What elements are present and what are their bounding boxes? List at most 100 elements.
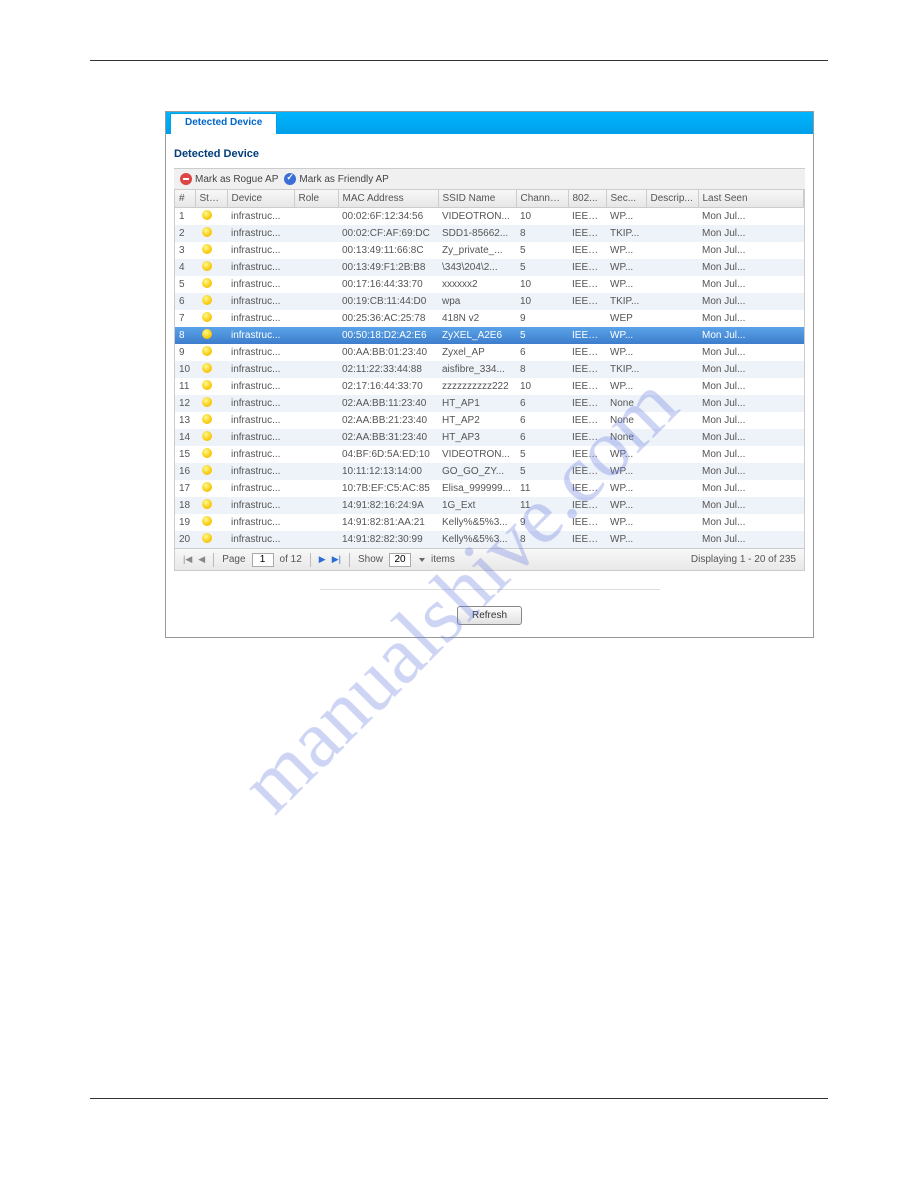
table-row[interactable]: 8infrastruc...00:50:18:D2:A2:E6ZyXEL_A2E…	[175, 327, 804, 344]
cell: IEEE...	[568, 446, 606, 463]
cell: WP...	[606, 276, 646, 293]
cell	[646, 497, 698, 514]
bulb-icon	[202, 448, 212, 458]
cell: WEP	[606, 310, 646, 327]
table-row[interactable]: 12infrastruc...02:AA:BB:11:23:40HT_AP16I…	[175, 395, 804, 412]
page-last-button[interactable]: ▶|	[332, 554, 341, 565]
cell: 14:91:82:16:24:9A	[338, 497, 438, 514]
col-mac[interactable]: MAC Address	[338, 190, 438, 208]
cell	[646, 327, 698, 344]
refresh-button[interactable]: Refresh	[457, 606, 522, 625]
table-row[interactable]: 2infrastruc...00:02:CF:AF:69:DCSDD1-8566…	[175, 225, 804, 242]
cell	[195, 327, 227, 344]
table-row[interactable]: 10infrastruc...02:11:22:33:44:88aisfibre…	[175, 361, 804, 378]
cell	[195, 276, 227, 293]
cell: 418N v2	[438, 310, 516, 327]
cell: 8	[516, 225, 568, 242]
page-input[interactable]	[252, 553, 274, 567]
cell: 02:17:16:44:33:70	[338, 378, 438, 395]
cell: infrastruc...	[227, 514, 294, 531]
table-row[interactable]: 19infrastruc...14:91:82:81:AA:21Kelly%&5…	[175, 514, 804, 531]
col-last-seen[interactable]: Last Seen	[698, 190, 804, 208]
cell	[195, 497, 227, 514]
col-channel[interactable]: Channe...	[516, 190, 568, 208]
bulb-icon	[202, 278, 212, 288]
minus-icon	[180, 173, 192, 185]
cell: 1	[175, 208, 195, 226]
cell: 11	[175, 378, 195, 395]
cell: IEEE...	[568, 395, 606, 412]
chevron-down-icon[interactable]	[419, 558, 425, 562]
table-row[interactable]: 20infrastruc...14:91:82:82:30:99Kelly%&5…	[175, 531, 804, 548]
cell: 5	[516, 446, 568, 463]
cell	[195, 259, 227, 276]
table-row[interactable]: 6infrastruc...00:19:CB:11:44:D0wpa10IEEE…	[175, 293, 804, 310]
cell: Mon Jul...	[698, 310, 804, 327]
bulb-icon	[202, 482, 212, 492]
col-index[interactable]: #	[175, 190, 195, 208]
cell: 00:17:16:44:33:70	[338, 276, 438, 293]
cell: 4	[175, 259, 195, 276]
cell	[294, 327, 338, 344]
cell: 00:AA:BB:01:23:40	[338, 344, 438, 361]
page-size-input[interactable]	[389, 553, 411, 567]
cell: infrastruc...	[227, 327, 294, 344]
cell: 00:50:18:D2:A2:E6	[338, 327, 438, 344]
grid-toolbar: Mark as Rogue AP Mark as Friendly AP	[174, 168, 805, 190]
mark-rogue-label: Mark as Rogue AP	[195, 174, 278, 185]
table-row[interactable]: 11infrastruc...02:17:16:44:33:70zzzzzzzz…	[175, 378, 804, 395]
cell: 3	[175, 242, 195, 259]
table-row[interactable]: 4infrastruc...00:13:49:F1:2B:B8\343\204\…	[175, 259, 804, 276]
cell: wpa	[438, 293, 516, 310]
col-ssid[interactable]: SSID Name	[438, 190, 516, 208]
page-first-button[interactable]: |◀	[183, 554, 192, 565]
cell: WP...	[606, 208, 646, 226]
cell: 5	[175, 276, 195, 293]
cell: 8	[516, 531, 568, 548]
cell: 04:BF:6D:5A:ED:10	[338, 446, 438, 463]
cell: infrastruc...	[227, 361, 294, 378]
cell: VIDEOTRON...	[438, 446, 516, 463]
page-next-button[interactable]: ▶	[319, 554, 326, 565]
table-header-row: # Stat... Device Role MAC Address SSID N…	[175, 190, 804, 208]
table-row[interactable]: 7infrastruc...00:25:36:AC:25:78418N v29W…	[175, 310, 804, 327]
page-container: Detected Device Detected Device Mark as …	[90, 60, 828, 1099]
table-row[interactable]: 17infrastruc...10:7B:EF:C5:AC:85Elisa_99…	[175, 480, 804, 497]
table-row[interactable]: 9infrastruc...00:AA:BB:01:23:40Zyxel_AP6…	[175, 344, 804, 361]
mark-friendly-ap-button[interactable]: Mark as Friendly AP	[284, 173, 388, 185]
cell	[195, 480, 227, 497]
cell: 02:11:22:33:44:88	[338, 361, 438, 378]
table-row[interactable]: 1infrastruc...00:02:6F:12:34:56VIDEOTRON…	[175, 208, 804, 226]
cell: Mon Jul...	[698, 259, 804, 276]
bulb-icon	[202, 465, 212, 475]
table-row[interactable]: 18infrastruc...14:91:82:16:24:9A1G_Ext11…	[175, 497, 804, 514]
cell: infrastruc...	[227, 242, 294, 259]
col-status[interactable]: Stat...	[195, 190, 227, 208]
tab-detected-device[interactable]: Detected Device	[170, 113, 277, 134]
table-row[interactable]: 15infrastruc...04:BF:6D:5A:ED:10VIDEOTRO…	[175, 446, 804, 463]
table-row[interactable]: 5infrastruc...00:17:16:44:33:70xxxxxx210…	[175, 276, 804, 293]
cell: 9	[175, 344, 195, 361]
col-device[interactable]: Device	[227, 190, 294, 208]
table-row[interactable]: 14infrastruc...02:AA:BB:31:23:40HT_AP36I…	[175, 429, 804, 446]
cell: Mon Jul...	[698, 463, 804, 480]
cell	[294, 378, 338, 395]
grid-container: # Stat... Device Role MAC Address SSID N…	[174, 190, 805, 571]
bulb-icon	[202, 397, 212, 407]
table-row[interactable]: 13infrastruc...02:AA:BB:21:23:40HT_AP26I…	[175, 412, 804, 429]
table-row[interactable]: 16infrastruc...10:11:12:13:14:00GO_GO_ZY…	[175, 463, 804, 480]
mark-rogue-ap-button[interactable]: Mark as Rogue AP	[180, 173, 278, 185]
table-row[interactable]: 3 infrastruc... 00:13:49:11:66:8CZy_privat…	[175, 242, 804, 259]
col-role[interactable]: Role	[294, 190, 338, 208]
cell: WP...	[606, 378, 646, 395]
cell	[195, 361, 227, 378]
col-security[interactable]: Sec...	[606, 190, 646, 208]
col-802[interactable]: 802...	[568, 190, 606, 208]
cell: 00:13:49:11:66:8C	[338, 242, 438, 259]
cell: Mon Jul...	[698, 344, 804, 361]
page-prev-button[interactable]: ◀	[198, 554, 205, 565]
cell: Zy_private_...	[438, 242, 516, 259]
col-description[interactable]: Descrip...	[646, 190, 698, 208]
cell: 00:13:49:F1:2B:B8	[338, 259, 438, 276]
cell: 10	[516, 293, 568, 310]
